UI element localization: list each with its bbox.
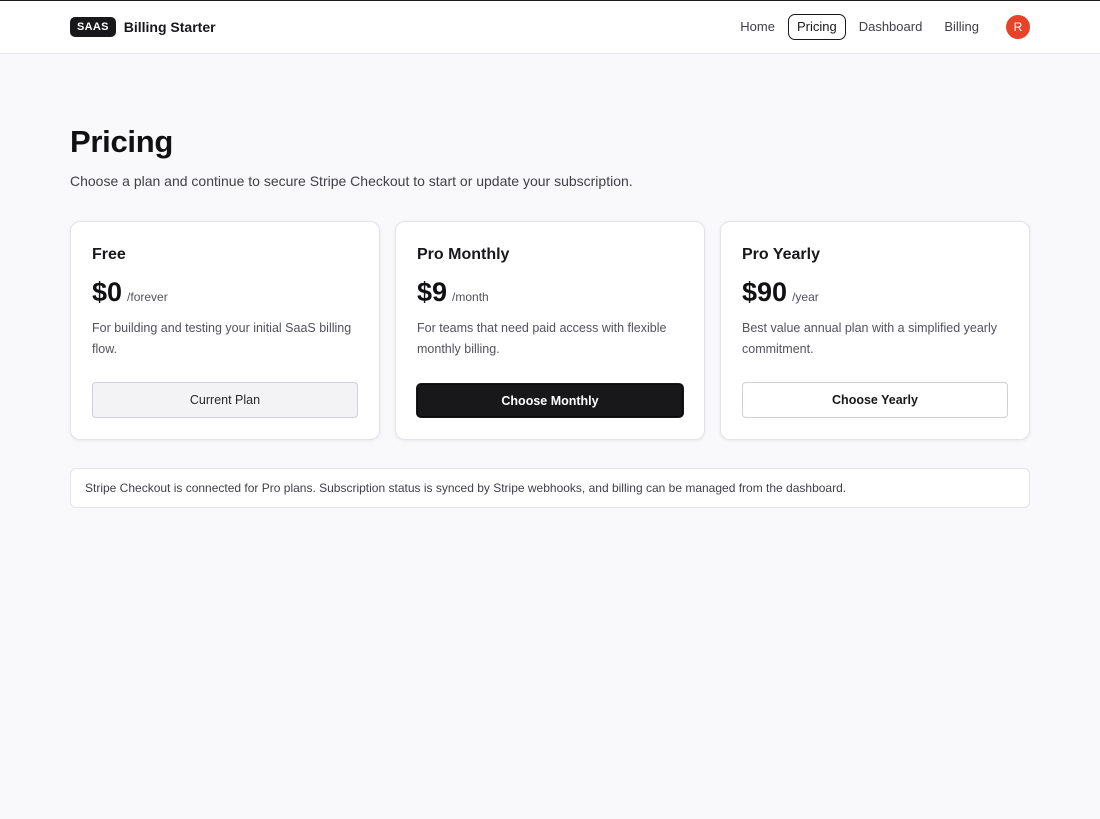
plan-name: Pro Monthly <box>417 246 510 263</box>
pricing-plans: Free $0 /forever For building and testin… <box>70 221 1030 440</box>
choose-monthly-button[interactable]: Choose Monthly <box>417 384 683 417</box>
nav-billing-link[interactable]: Billing <box>935 14 988 40</box>
plan-card-pro-monthly: Pro Monthly $9 /month For teams that nee… <box>395 221 705 440</box>
stripe-info-banner: Stripe Checkout is connected for Pro pla… <box>70 468 1030 508</box>
nav-pricing-link[interactable]: Pricing <box>787 14 846 40</box>
plan-period: /forever <box>127 290 168 304</box>
brand-name: Billing Starter <box>123 19 216 35</box>
plan-price: $0 <box>92 277 123 307</box>
plan-price-row: $90 /year <box>742 277 1008 307</box>
main-content: Pricing Choose a plan and continue to se… <box>0 54 1100 508</box>
plan-period: /month <box>452 290 489 304</box>
plan-price-row: $9 /month <box>417 277 683 307</box>
brand-badge: SAAS <box>70 17 116 37</box>
plan-price: $90 <box>742 277 788 307</box>
plan-name: Free <box>92 246 126 263</box>
plan-card-pro-yearly: Pro Yearly $90 /year Best value annual p… <box>720 221 1030 440</box>
plan-name: Pro Yearly <box>742 246 820 263</box>
main-nav: Home Pricing Dashboard Billing R <box>731 14 1030 40</box>
plan-description: For teams that need paid access with fle… <box>417 321 667 356</box>
page-subtitle: Choose a plan and continue to secure Str… <box>70 173 633 189</box>
plan-price: $9 <box>417 277 448 307</box>
brand-logo-link[interactable]: SAAS Billing Starter <box>70 17 216 37</box>
current-plan-button[interactable]: Current Plan <box>92 382 358 418</box>
plan-period: /year <box>792 290 819 304</box>
user-avatar[interactable]: R <box>1006 15 1030 39</box>
plan-card-free: Free $0 /forever For building and testin… <box>70 221 380 440</box>
choose-yearly-button[interactable]: Choose Yearly <box>742 382 1008 418</box>
nav-home-link[interactable]: Home <box>731 14 784 40</box>
plan-description: For building and testing your initial Sa… <box>92 321 352 356</box>
plan-description: Best value annual plan with a simplified… <box>742 321 997 356</box>
nav-dashboard-link[interactable]: Dashboard <box>850 14 932 40</box>
top-navigation-bar: SAAS Billing Starter Home Pricing Dashbo… <box>0 1 1100 54</box>
plan-price-row: $0 /forever <box>92 277 358 307</box>
page-title: Pricing <box>70 124 173 159</box>
